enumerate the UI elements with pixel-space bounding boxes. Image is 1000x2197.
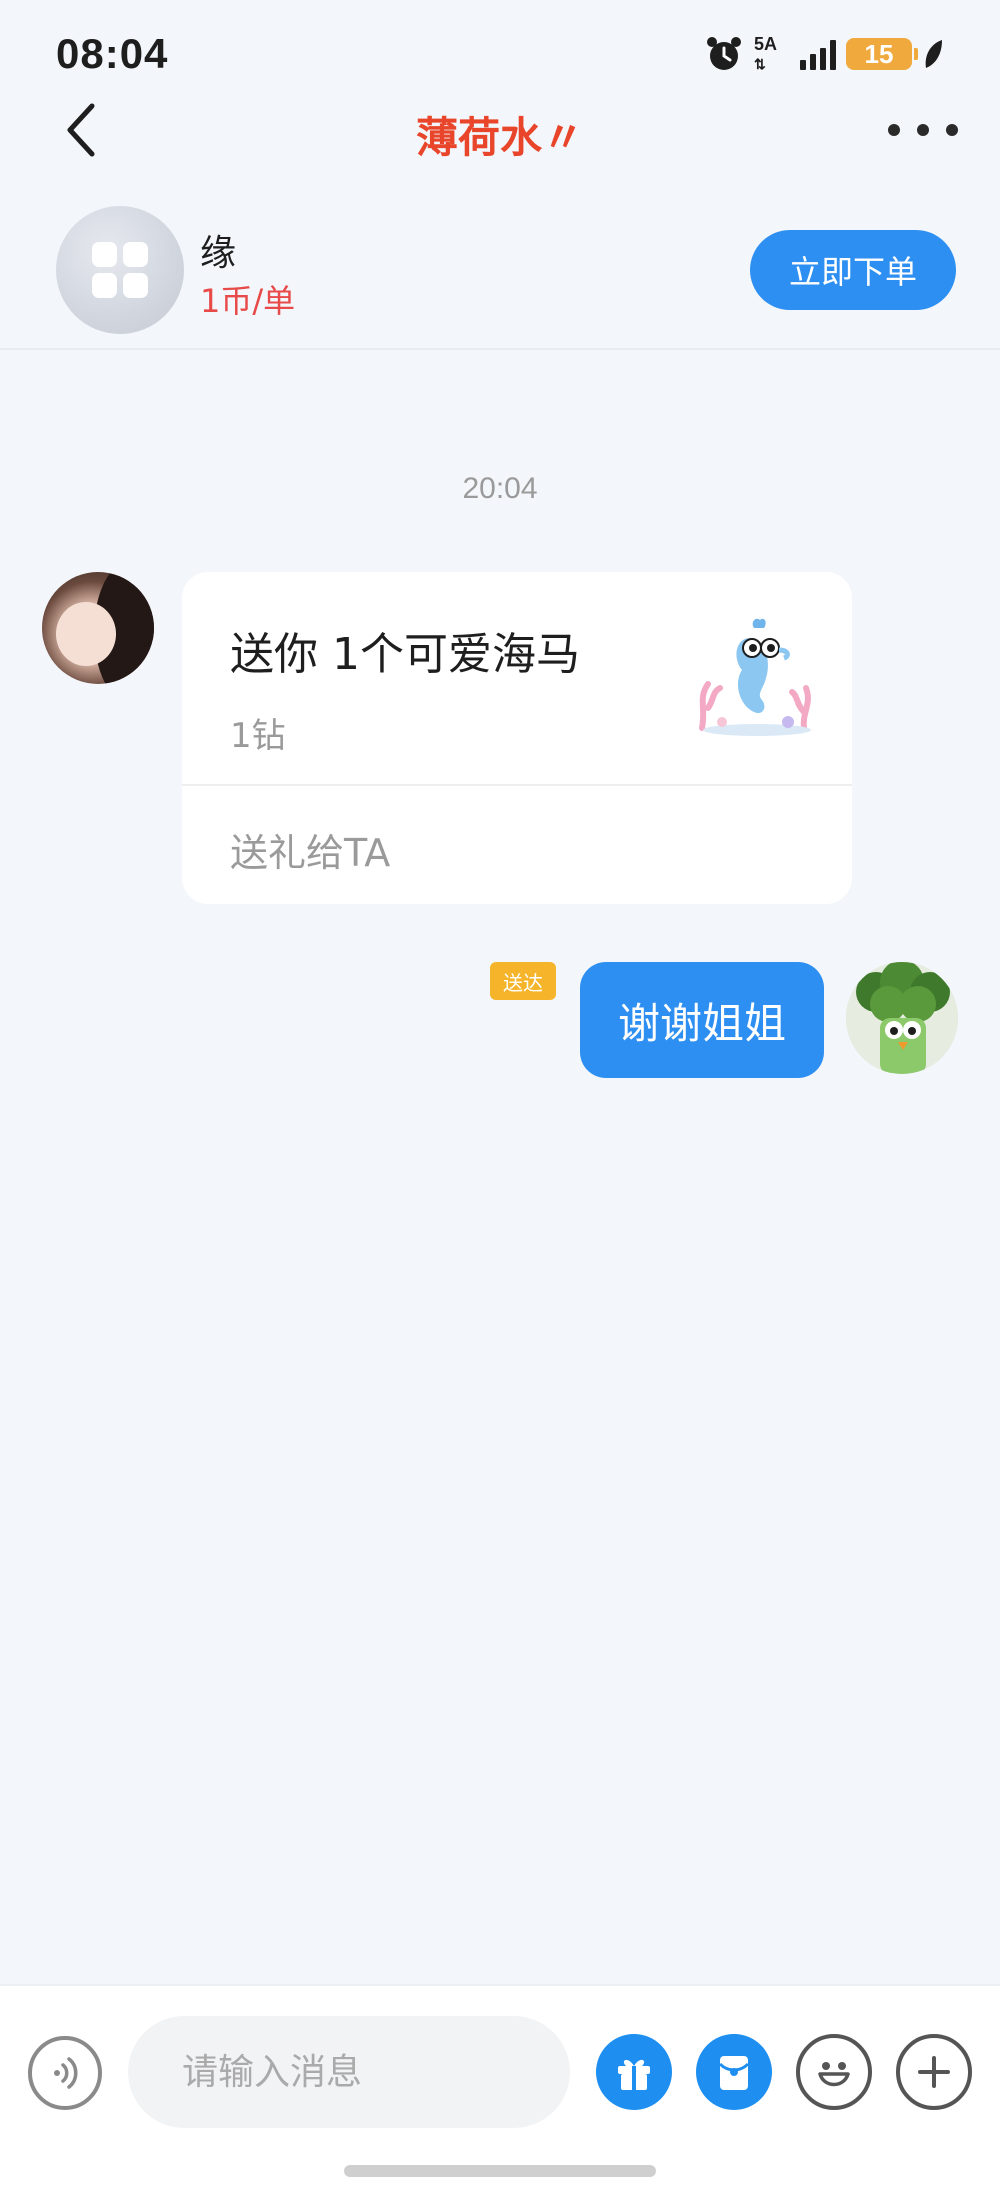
network-icon: 5A ⇅ [754,34,790,74]
voice-icon [54,2057,78,2089]
more-actions-button[interactable] [896,2034,972,2110]
my-avatar[interactable] [846,962,958,1074]
service-card: 缘 1币/单 立即下单 [0,190,1000,350]
message-input[interactable] [128,2016,570,2128]
chat-area[interactable]: 20:04 送你 1个可爱海马 1钻 送礼给TA 送达 谢谢姐姐 [0,352,1000,1982]
nav-bar: 薄荷水〃 [0,92,1000,172]
divider [182,784,852,786]
red-packet-icon [718,2056,750,2090]
home-indicator [344,2165,656,2177]
delivered-badge: 送达 [490,962,556,1000]
gift-button[interactable] [596,2034,672,2110]
sender-avatar[interactable] [42,572,154,684]
leaf-icon [925,40,942,68]
status-time: 08:04 [56,30,169,77]
my-message-bubble[interactable]: 谢谢姐姐 [580,962,824,1078]
page-title: 薄荷水〃 [415,113,584,162]
network-arrows-icon: ⇅ [754,56,766,72]
order-now-button[interactable]: 立即下单 [750,230,956,310]
gift-title: 送你 1个可爱海马 [230,629,580,680]
voice-button[interactable] [28,2036,102,2110]
more-dots-icon [888,124,900,136]
status-icons: 5A ⇅ 15 [704,34,944,74]
service-price: 1币/单 [200,282,296,320]
send-gift-link[interactable]: 送礼给TA [230,822,390,877]
service-name: 缘 [200,233,237,274]
gift-message-card[interactable]: 送你 1个可爱海马 1钻 送礼给TA [182,572,852,904]
seahorse-gift-icon [699,618,811,736]
signal-icon [800,38,836,70]
service-avatar [56,206,184,334]
plus-icon [918,2056,950,2088]
more-dots-icon [917,124,929,136]
battery-level: 15 [864,38,894,69]
message-timestamp: 20:04 [462,472,538,505]
red-packet-button[interactable] [696,2034,772,2110]
more-options-button[interactable] [888,108,958,152]
gift-price: 1钻 [230,716,286,756]
more-dots-icon [946,124,958,136]
emoji-button[interactable] [796,2034,872,2110]
gift-icon [618,2059,650,2090]
emoji-icon [818,2062,850,2087]
grid-icon [92,242,148,298]
battery-icon: 15 [846,38,918,70]
network-label: 5A [754,34,778,54]
alarm-icon [707,37,741,70]
